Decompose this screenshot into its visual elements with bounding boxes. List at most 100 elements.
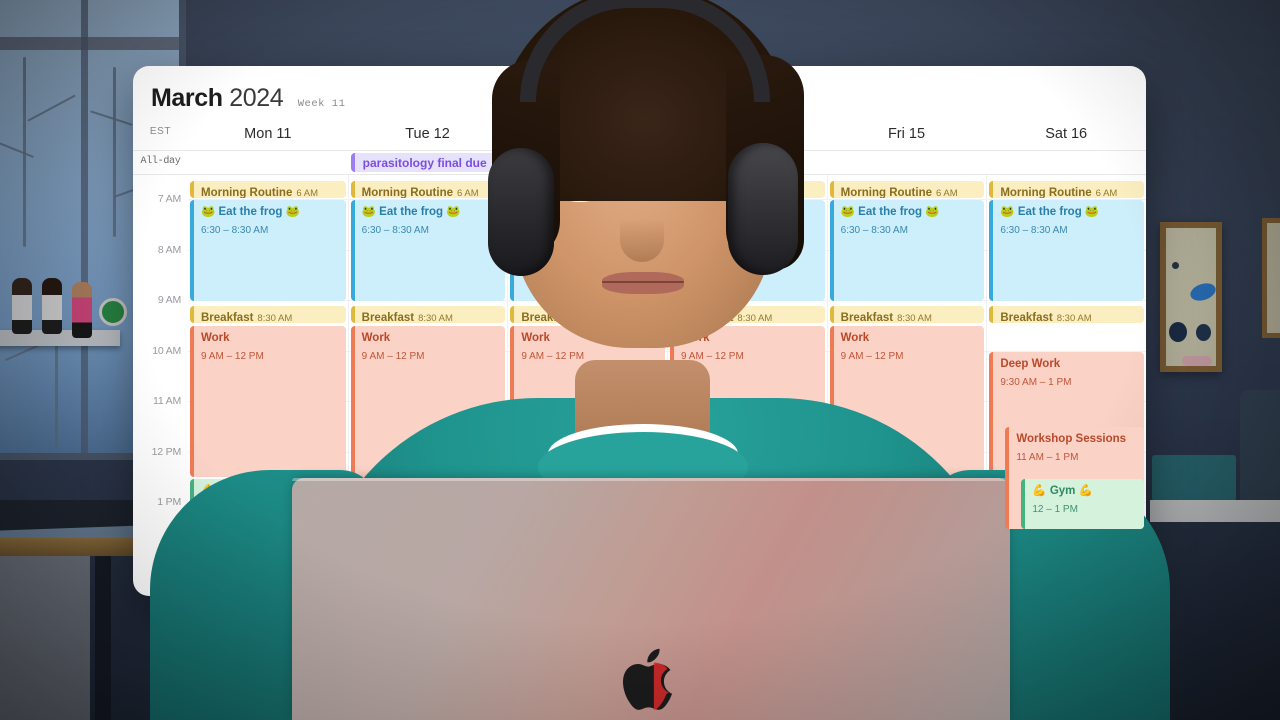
day-column-fri[interactable]: Morning Routine 6 AM 🐸 Eat the frog 🐸 6:30 … [826,175,987,596]
event-time: 1:45 PM [271,578,308,588]
calendar-event[interactable]: Work 9 AM – 12 PM [670,326,825,477]
day-column-tue[interactable]: Morning Routine 6 AM 🐸 Eat the frog 🐸 6:30 … [347,175,508,596]
all-day-slot-wed[interactable] [507,151,667,174]
day-header-wed[interactable]: Wed 13 [507,119,667,150]
event-title: Morning Routine [1000,187,1092,198]
event-title: Miles Ahead [1000,577,1068,588]
event-title: Morning Routine [840,187,932,198]
calendar-event[interactable]: Deep Work2 – 5:30 PM [989,590,1144,596]
calendar-columns: 7 AM 8 AM 9 AM 10 AM 11 AM 12 PM 1 PM 2 PM Morn… [133,175,1146,596]
day-header-sat[interactable]: Sat 16 [986,119,1146,150]
calendar-event[interactable]: Morning Routine 6 AM [670,181,825,198]
calendar-event[interactable]: 🐸 Eat the frog 🐸 6:30 – 8:30 AM [190,200,346,301]
hour-label: 2 PM [157,546,181,559]
calendar-event[interactable]: Lunch + Shower 1 – 1:45 PM [190,531,346,569]
all-day-slot-tue[interactable]: parasitology final due [348,151,508,174]
timezone-label: EST [149,126,172,137]
calendar-event[interactable]: Morning Routine 6 AM [350,181,506,198]
calendar-event[interactable]: Lunch + Shower 1 – 1:45 PM [989,531,1144,569]
calendar-event[interactable]: Morning Routine 6 AM [829,181,985,198]
event-time: 6:30 – 8:30 AM [521,225,589,237]
event-time: 12 – 1 PM [1032,504,1078,516]
calendar-event[interactable]: 🐸 Eat the frog 🐸 6:30 – 8:30 AM [670,200,825,301]
event-title: Work [361,332,391,344]
event-time: 8:30 AM [897,313,932,323]
event-title: Breakfast [681,312,734,323]
all-day-slot-mon[interactable] [188,151,348,174]
event-time: 9 AM – 12 PM [201,351,264,363]
event-time: 9 AM – 12 PM [361,351,425,363]
event-title: 🐸 Eat the frog 🐸 [361,206,461,218]
all-day-slot-sat[interactable] [986,151,1146,174]
calendar-event[interactable]: Work 9 AM – 12 PM [829,326,985,477]
day-header-fri[interactable]: Fri 15 [827,119,987,150]
all-day-slot-thu[interactable] [667,151,827,174]
event-time: 6 AM [616,188,639,198]
calendar-event[interactable]: Morning Routine 6 AM [190,181,346,198]
day-header-thu[interactable]: Thu 14 [667,119,827,150]
event-title: Morning Routine [361,187,453,198]
calendar-event[interactable]: Work 9 AM – 12 PM [190,326,346,477]
calendar-event[interactable]: 🐸 Eat the frog 🐸 6:30 – 8:30 AM [350,200,506,301]
event-title: 💪 Gym 💪 [201,485,262,497]
all-day-event[interactable]: parasitology final due [350,153,505,172]
day-column-wed[interactable]: Morning Routine 6 AM 🐸 Eat the frog 🐸 6:30 … [507,175,667,596]
event-title: Work [681,332,710,344]
hour-label: 12 PM [151,445,182,458]
calendar-window[interactable]: March 2024 Week 11 EST Mon 11 Tue 12 Wed… [133,66,1146,596]
event-title: 🐸 Eat the frog 🐸 [521,206,621,218]
calendar-event[interactable]: Breakfast 8:30 AM [989,306,1144,323]
event-time: 9 AM – 12 PM [840,351,904,363]
event-time: 1:45 PM [1071,578,1107,588]
day-column-thu[interactable]: Morning Routine 6 AM 🐸 Eat the frog 🐸 6:30 … [667,175,827,596]
calendar-event[interactable]: Work 9 AM – 12 PM [510,326,665,477]
hour-label: 9 AM [157,294,181,306]
event-title: Breakfast [1000,312,1053,323]
calendar-event[interactable]: Breakfast 8:30 AM [190,306,346,323]
calendar-event[interactable]: Morning Routine 6 AM [989,181,1144,198]
day-header-tue[interactable]: Tue 12 [348,119,508,150]
calendar-event[interactable]: 🐸 Eat the frog 🐸 6:30 – 8:30 AM [829,200,985,301]
hour-label: 7 AM [157,193,181,205]
hour-gridline [508,552,667,554]
calendar-event[interactable]: Breakfast 8:30 AM [350,306,506,323]
calendar-event[interactable]: Breakfast 8:30 AM [670,306,825,323]
event-title: Breakfast [840,312,894,323]
event-time: 8:30 AM [418,313,453,323]
calendar-event[interactable]: Miles Ahead 1:45 PM [989,571,1144,588]
event-title: Breakfast [201,312,254,323]
hour-label: 1 PM [157,496,181,508]
hour-gridline [668,502,827,503]
calendar-event[interactable]: Miles Ahead 1:45 PM [190,571,346,588]
header-week: Week 11 [298,98,346,110]
event-title: 💪 Gym 💪 [1032,485,1093,497]
hour-gridline [668,552,827,554]
calendar-body[interactable]: 7 AM 8 AM 9 AM 10 AM 11 AM 12 PM 1 PM 2 PM Morn… [133,175,1146,596]
calendar-event[interactable]: Work 9 AM – 12 PM [350,326,506,477]
event-title: Work [201,332,230,344]
hour-label: 11 AM [153,395,181,407]
calendar-event[interactable]: 🐸 Eat the frog 🐸 6:30 – 8:30 AM [510,200,665,301]
all-day-slot-fri[interactable] [827,151,987,174]
event-title: Breakfast [361,312,415,323]
calendar-event[interactable]: 🐸 Eat the frog 🐸 6:30 – 8:30 AM [989,200,1144,301]
header-month: March [151,84,223,112]
event-time: 6:30 – 8:30 AM [201,225,269,237]
event-time: 6 AM [936,188,958,198]
calendar-event[interactable]: 💪 Gym 💪 12 – 1 PM [190,479,346,529]
event-time: 6:30 – 8:30 AM [1000,225,1068,237]
calendar-event[interactable]: Deep Work2 – 5:30 PM [190,590,346,596]
week-number: 11 [331,98,346,110]
event-title: Morning Routine [681,187,773,198]
event-title: Miles Ahead [201,577,268,588]
event-title: Lunch + Shower [1000,537,1090,549]
calendar-event[interactable]: Breakfast 8:30 AM [510,306,665,323]
day-column-sat[interactable]: Morning Routine 6 AM 🐸 Eat the frog 🐸 6:30 … [986,175,1146,596]
calendar-event[interactable]: 💪 Gym 💪 12 – 1 PM [1021,479,1144,529]
calendar-event[interactable]: Breakfast 8:30 AM [829,306,985,323]
day-column-mon[interactable]: Morning Routine 6 AM 🐸 Eat the frog 🐸 6:30 … [188,175,348,596]
calendar-event[interactable]: Morning Routine 6 AM [510,181,665,198]
day-header-mon[interactable]: Mon 11 [188,119,348,150]
event-title: Deep Work [1000,358,1061,370]
event-time: 8:30 AM [737,313,773,323]
